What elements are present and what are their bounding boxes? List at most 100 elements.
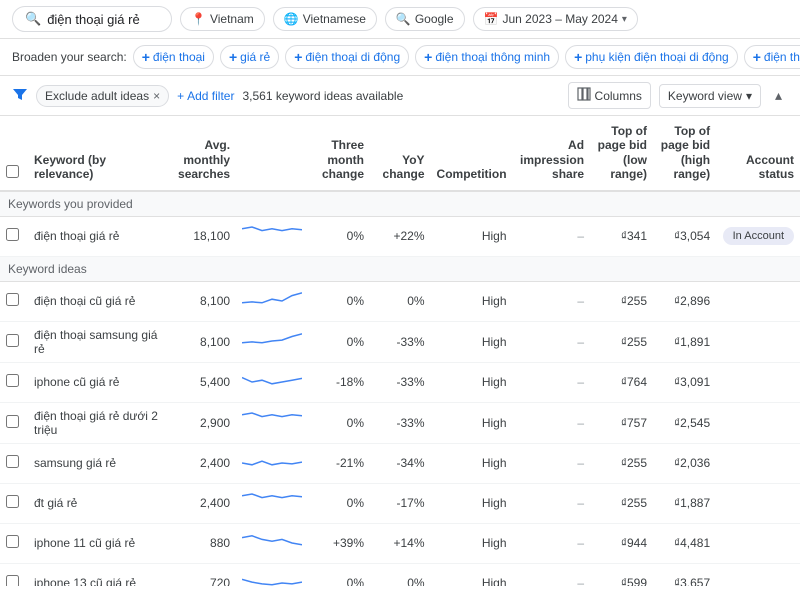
row-checkbox-cell[interactable] xyxy=(0,523,28,563)
broaden-pill-4[interactable]: + phụ kiện điện thoại di động xyxy=(565,45,738,69)
chart-cell xyxy=(236,483,308,523)
row-checkbox[interactable] xyxy=(6,334,19,347)
keyword-count: 3,561 keyword ideas available xyxy=(242,89,559,103)
table-row: đt giá rẻ 2,400 0% -17% High – ₫255 ₫1,8… xyxy=(0,483,800,523)
plus-icon-5: + xyxy=(753,49,761,65)
table-row: samsung giá rẻ 2,400 -21% -34% High – ₫2… xyxy=(0,443,800,483)
row-checkbox-cell[interactable] xyxy=(0,281,28,321)
row-checkbox[interactable] xyxy=(6,293,19,306)
row-checkbox[interactable] xyxy=(6,455,19,468)
table-row: iphone cũ giá rẻ 5,400 -18% -33% High – … xyxy=(0,362,800,402)
status-cell xyxy=(716,362,800,402)
yoy-cell: +14% xyxy=(370,523,431,563)
row-checkbox[interactable] xyxy=(6,535,19,548)
language-selector[interactable]: 🌐 Vietnamese xyxy=(273,7,377,31)
three-month-cell: 0% xyxy=(308,483,370,523)
three-month-cell: 0% xyxy=(308,281,370,321)
table-row: điện thoại giá rẻ 18,100 0% +22% High – … xyxy=(0,216,800,256)
header-yoy[interactable]: YoY change xyxy=(370,116,431,191)
bid-low-cell: ₫255 xyxy=(590,321,653,362)
collapse-button[interactable]: ▴ xyxy=(769,83,788,108)
section-label: Keywords you provided xyxy=(0,191,800,217)
avg-monthly-cell: 5,400 xyxy=(170,362,236,402)
broaden-text-1: giá rẻ xyxy=(240,50,270,64)
status-cell xyxy=(716,321,800,362)
select-all-checkbox[interactable] xyxy=(6,165,19,178)
exclude-adult-filter[interactable]: Exclude adult ideas × xyxy=(36,85,169,107)
row-checkbox-cell[interactable] xyxy=(0,402,28,443)
add-filter-button[interactable]: + Add filter xyxy=(177,89,234,103)
location-selector[interactable]: 📍 Vietnam xyxy=(180,7,265,31)
sparkline-svg xyxy=(242,490,302,514)
broaden-pill-0[interactable]: + điện thoại xyxy=(133,45,214,69)
competition-cell: High xyxy=(431,216,513,256)
broaden-text-2: điện thoại di động xyxy=(305,50,400,64)
header-account-status[interactable]: Account status xyxy=(716,116,800,191)
table-row: điện thoại cũ giá rẻ 8,100 0% 0% High – … xyxy=(0,281,800,321)
row-checkbox[interactable] xyxy=(6,495,19,508)
header-bid-high[interactable]: Top of page bid (high range) xyxy=(653,116,716,191)
keyword-cell: iphone cũ giá rẻ xyxy=(28,362,170,402)
plus-icon-0: + xyxy=(142,49,150,65)
competition-cell: High xyxy=(431,483,513,523)
broaden-pill-2[interactable]: + điện thoại di động xyxy=(285,45,409,69)
header-bid-low[interactable]: Top of page bid (low range) xyxy=(590,116,653,191)
keyword-cell: điện thoại giá rẻ dưới 2 triệu xyxy=(28,402,170,443)
plus-icon-4: + xyxy=(574,49,582,65)
plus-icon-filter: + xyxy=(177,89,184,103)
row-checkbox[interactable] xyxy=(6,575,19,586)
row-checkbox-cell[interactable] xyxy=(0,443,28,483)
date-range-selector[interactable]: 📅 Jun 2023 – May 2024 ▾ xyxy=(473,7,638,31)
ad-share-cell: – xyxy=(513,483,591,523)
row-checkbox[interactable] xyxy=(6,228,19,241)
sparkline-svg xyxy=(242,450,302,474)
avg-monthly-cell: 2,400 xyxy=(170,443,236,483)
chart-cell xyxy=(236,216,308,256)
header-checkbox[interactable] xyxy=(0,116,28,191)
row-checkbox-cell[interactable] xyxy=(0,321,28,362)
row-checkbox[interactable] xyxy=(6,374,19,387)
header-avg-monthly[interactable]: Avg. monthly searches xyxy=(170,116,236,191)
row-checkbox-cell[interactable] xyxy=(0,216,28,256)
broaden-label: Broaden your search: xyxy=(12,50,127,64)
row-checkbox-cell[interactable] xyxy=(0,483,28,523)
funnel-icon xyxy=(12,86,28,105)
row-checkbox-cell[interactable] xyxy=(0,362,28,402)
yoy-cell: 0% xyxy=(370,563,431,586)
row-checkbox-cell[interactable] xyxy=(0,563,28,586)
broaden-pill-1[interactable]: + giá rẻ xyxy=(220,45,279,69)
ad-share-cell: – xyxy=(513,443,591,483)
header-chart xyxy=(236,116,308,191)
close-icon[interactable]: × xyxy=(153,89,160,103)
header-keyword[interactable]: Keyword (by relevance) xyxy=(28,116,170,191)
plus-icon-3: + xyxy=(424,49,432,65)
header-ad-share[interactable]: Ad impression share xyxy=(513,116,591,191)
keyword-cell: iphone 13 cũ giá rẻ xyxy=(28,563,170,586)
yoy-cell: -33% xyxy=(370,402,431,443)
three-month-cell: 0% xyxy=(308,321,370,362)
three-month-cell: 0% xyxy=(308,402,370,443)
status-cell xyxy=(716,563,800,586)
broaden-pill-3[interactable]: + điện thoại thông minh xyxy=(415,45,559,69)
sparkline-svg xyxy=(242,409,302,433)
add-filter-label: Add filter xyxy=(187,89,234,103)
section-header-1: Keyword ideas xyxy=(0,256,800,281)
bid-low-cell: ₫944 xyxy=(590,523,653,563)
avg-monthly-cell: 18,100 xyxy=(170,216,236,256)
broaden-text-3: điện thoại thông minh xyxy=(435,50,550,64)
chart-cell xyxy=(236,402,308,443)
header-three-month[interactable]: Three month change xyxy=(308,116,370,191)
competition-cell: High xyxy=(431,523,513,563)
header-competition[interactable]: Competition xyxy=(431,116,513,191)
row-checkbox[interactable] xyxy=(6,415,19,428)
keyword-view-button[interactable]: Keyword view ▾ xyxy=(659,84,761,108)
ad-share-cell: – xyxy=(513,362,591,402)
columns-button[interactable]: Columns xyxy=(568,82,651,109)
search-box[interactable]: 🔍 điện thoại giá rẻ xyxy=(12,6,172,32)
section-header-0: Keywords you provided xyxy=(0,191,800,217)
engine-selector[interactable]: 🔍 Google xyxy=(385,7,465,31)
bid-low-cell: ₫757 xyxy=(590,402,653,443)
competition-cell: High xyxy=(431,362,513,402)
broaden-pill-5[interactable]: + điện thoại xách tay xyxy=(744,45,800,69)
three-month-cell: 0% xyxy=(308,563,370,586)
